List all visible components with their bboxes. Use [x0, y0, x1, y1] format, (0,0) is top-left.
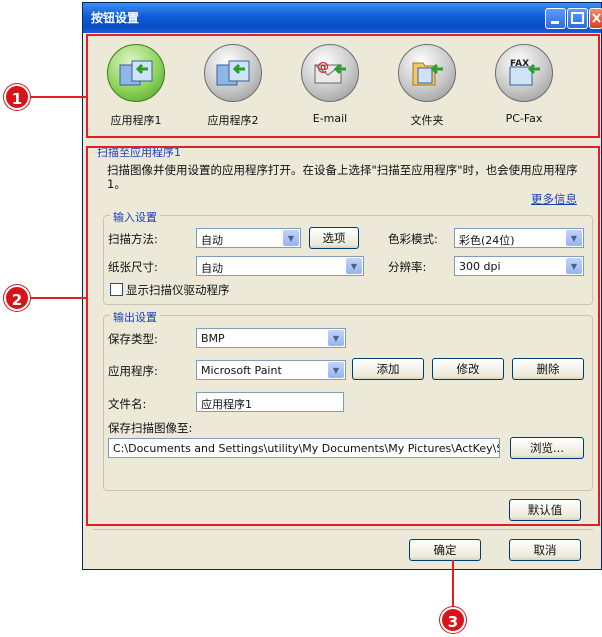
cancel-button[interactable]: 取消 [509, 539, 581, 561]
annotation-box-2 [86, 146, 600, 526]
maximize-icon [571, 12, 584, 24]
annotation-line-1 [28, 96, 86, 98]
maximize-button[interactable] [567, 8, 588, 29]
minimize-button[interactable] [545, 8, 566, 29]
close-icon [592, 13, 601, 23]
callout-1: 1 [4, 84, 30, 110]
callout-3: 3 [440, 607, 466, 633]
annotation-line-2 [28, 297, 86, 299]
close-button[interactable] [589, 8, 602, 29]
window-title: 按钮设置 [91, 11, 140, 25]
footer-divider [93, 529, 593, 530]
ok-button[interactable]: 确定 [409, 539, 481, 561]
title-bar[interactable]: 按钮设置 [83, 3, 602, 33]
annotation-box-1 [86, 34, 600, 138]
callout-2: 2 [4, 285, 30, 311]
minimize-icon [551, 21, 559, 24]
